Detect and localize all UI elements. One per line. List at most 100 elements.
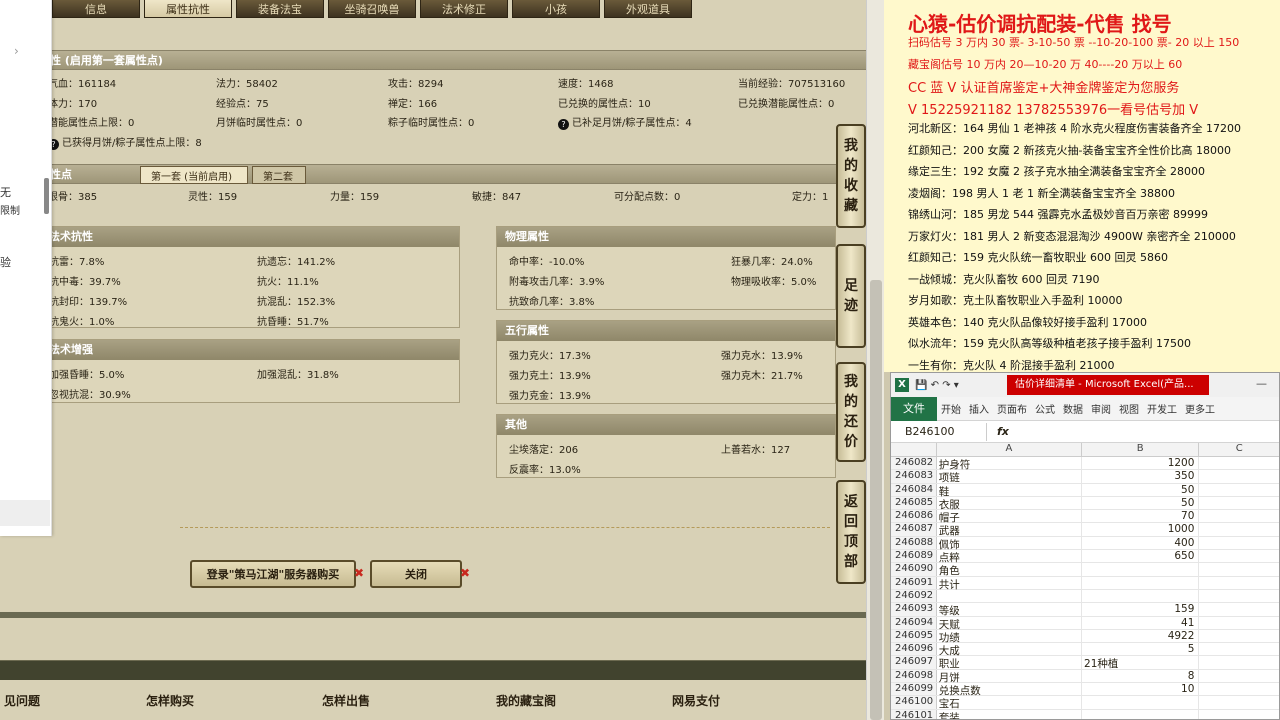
ribbon-tab-0[interactable]: 文件 [891, 396, 937, 421]
row-number[interactable]: 246097 [891, 656, 937, 669]
cell-c[interactable] [1199, 670, 1279, 682]
cell-a[interactable]: 护身符 [937, 457, 1083, 471]
column-c-header[interactable]: C [1199, 443, 1279, 456]
cell-b[interactable]: 41 [1082, 616, 1200, 629]
cell-a[interactable]: 项链 [937, 470, 1083, 484]
name-box[interactable]: B246100 [891, 422, 987, 441]
cell-c[interactable] [1199, 643, 1279, 655]
cell-b[interactable]: 5 [1082, 643, 1200, 656]
ribbon-tab-9[interactable]: 更多工 [1181, 401, 1219, 416]
column-b-header[interactable]: B [1082, 443, 1200, 456]
fx-icon[interactable]: fx [987, 425, 1009, 438]
subtab-set-one[interactable]: 第一套 (当前启用) [140, 166, 248, 184]
cell-a[interactable]: 大成 [937, 643, 1083, 657]
cell-c[interactable] [1199, 696, 1279, 708]
cell-b[interactable]: 50 [1082, 483, 1200, 496]
cell-c[interactable] [1199, 630, 1279, 642]
cell-a[interactable]: 套装 [937, 709, 1083, 719]
row-number[interactable]: 246085 [891, 496, 937, 510]
ribbon-tab-1[interactable]: 开始 [937, 401, 965, 416]
cell-a[interactable]: 等级 [937, 603, 1083, 617]
side-button-2[interactable]: 我的还价 [836, 362, 866, 462]
chevron-right-icon[interactable]: › [14, 44, 19, 58]
cell-b[interactable]: 50 [1082, 496, 1200, 510]
row-number[interactable]: 246093 [891, 603, 937, 616]
cell-b[interactable] [1082, 563, 1200, 576]
cell-c[interactable] [1199, 484, 1279, 496]
minimize-icon[interactable]: — [1256, 377, 1267, 390]
cell-b[interactable] [1082, 696, 1200, 709]
row-number[interactable]: 246101 [891, 709, 937, 719]
row-number[interactable]: 246084 [891, 483, 937, 496]
cell-c[interactable] [1199, 577, 1279, 589]
page-scrollbar[interactable] [866, 0, 884, 720]
quick-access-toolbar[interactable]: 💾 ↶ ↷ ▾ [915, 380, 959, 391]
cell-b[interactable] [1082, 576, 1200, 589]
close-button[interactable]: 关闭 ✖ [370, 560, 470, 588]
cell-a[interactable]: 点粹 [937, 550, 1083, 564]
cell-a[interactable]: 共计 [937, 576, 1083, 591]
cell-b[interactable]: 350 [1082, 470, 1200, 483]
row-number[interactable]: 246092 [891, 589, 937, 603]
row-number[interactable]: 246095 [891, 629, 937, 643]
side-button-0[interactable]: 我的收藏 [836, 124, 866, 228]
cell-a[interactable]: 帽子 [937, 510, 1083, 524]
ribbon-tab-3[interactable]: 页面布 [993, 401, 1031, 416]
ribbon-tab-8[interactable]: 开发工 [1143, 401, 1181, 416]
cell-b[interactable]: 8 [1082, 669, 1200, 683]
cell-c[interactable] [1199, 457, 1279, 469]
cell-b[interactable]: 159 [1082, 603, 1200, 616]
row-number[interactable]: 246100 [891, 696, 937, 709]
panel-scrollbar[interactable] [44, 178, 49, 214]
cell-a[interactable]: 功绩 [937, 629, 1083, 644]
cell-a[interactable]: 月饼 [937, 669, 1083, 684]
scrollbar-thumb[interactable] [870, 280, 882, 720]
cell-a[interactable]: 兑换点数 [937, 683, 1083, 697]
tab-2[interactable]: 装备法宝 [236, 0, 324, 18]
row-number[interactable]: 246088 [891, 536, 937, 550]
footer-link-0[interactable]: 见问题 [4, 692, 40, 709]
cell-b[interactable]: 650 [1082, 550, 1200, 563]
ribbon-tab-2[interactable]: 插入 [965, 401, 993, 416]
ribbon-tab-4[interactable]: 公式 [1031, 401, 1059, 416]
footer-link-1[interactable]: 怎样购买 [146, 692, 194, 709]
tab-4[interactable]: 法术修正 [420, 0, 508, 18]
cell-c[interactable] [1199, 656, 1279, 668]
row-number[interactable]: 246091 [891, 576, 937, 589]
cell-a[interactable]: 职业 [937, 656, 1083, 670]
subtab-set-two[interactable]: 第二套 [252, 166, 306, 184]
cell-b[interactable]: 1200 [1082, 457, 1200, 470]
cell-c[interactable] [1199, 683, 1279, 695]
cell-c[interactable] [1199, 537, 1279, 549]
cell-c[interactable] [1199, 710, 1279, 719]
cell-a[interactable] [937, 589, 1083, 603]
cell-a[interactable]: 武器 [937, 523, 1083, 537]
cell-a[interactable]: 衣服 [937, 496, 1083, 511]
cell-b[interactable]: 1000 [1082, 523, 1200, 536]
column-a-header[interactable]: A [937, 443, 1083, 456]
cell-b[interactable]: 10 [1082, 683, 1200, 696]
row-number[interactable]: 246094 [891, 616, 937, 629]
cell-b[interactable]: 70 [1082, 510, 1200, 523]
side-button-3[interactable]: 返回顶部 [836, 480, 866, 584]
cell-a[interactable]: 鞋 [937, 483, 1083, 498]
cell-c[interactable] [1199, 523, 1279, 535]
ribbon-tab-6[interactable]: 审阅 [1087, 401, 1115, 416]
row-number[interactable]: 246096 [891, 643, 937, 656]
cell-a[interactable]: 佩饰 [937, 536, 1083, 551]
tab-1[interactable]: 属性抗性 [144, 0, 232, 18]
cell-c[interactable] [1199, 603, 1279, 615]
tab-6[interactable]: 外观道具 [604, 0, 692, 18]
cell-b[interactable] [1082, 589, 1200, 603]
tab-3[interactable]: 坐骑召唤兽 [328, 0, 416, 18]
footer-link-3[interactable]: 我的藏宝阁 [496, 692, 556, 709]
cell-a[interactable]: 角色 [937, 563, 1083, 577]
row-number[interactable]: 246087 [891, 523, 937, 536]
cell-b[interactable]: 21种植 [1082, 656, 1200, 670]
row-number[interactable]: 246099 [891, 683, 937, 696]
cell-a[interactable]: 天赋 [937, 616, 1083, 631]
row-number[interactable]: 246083 [891, 470, 937, 483]
footer-link-4[interactable]: 网易支付 [672, 692, 720, 709]
tab-5[interactable]: 小孩 [512, 0, 600, 18]
row-number[interactable]: 246089 [891, 550, 937, 563]
